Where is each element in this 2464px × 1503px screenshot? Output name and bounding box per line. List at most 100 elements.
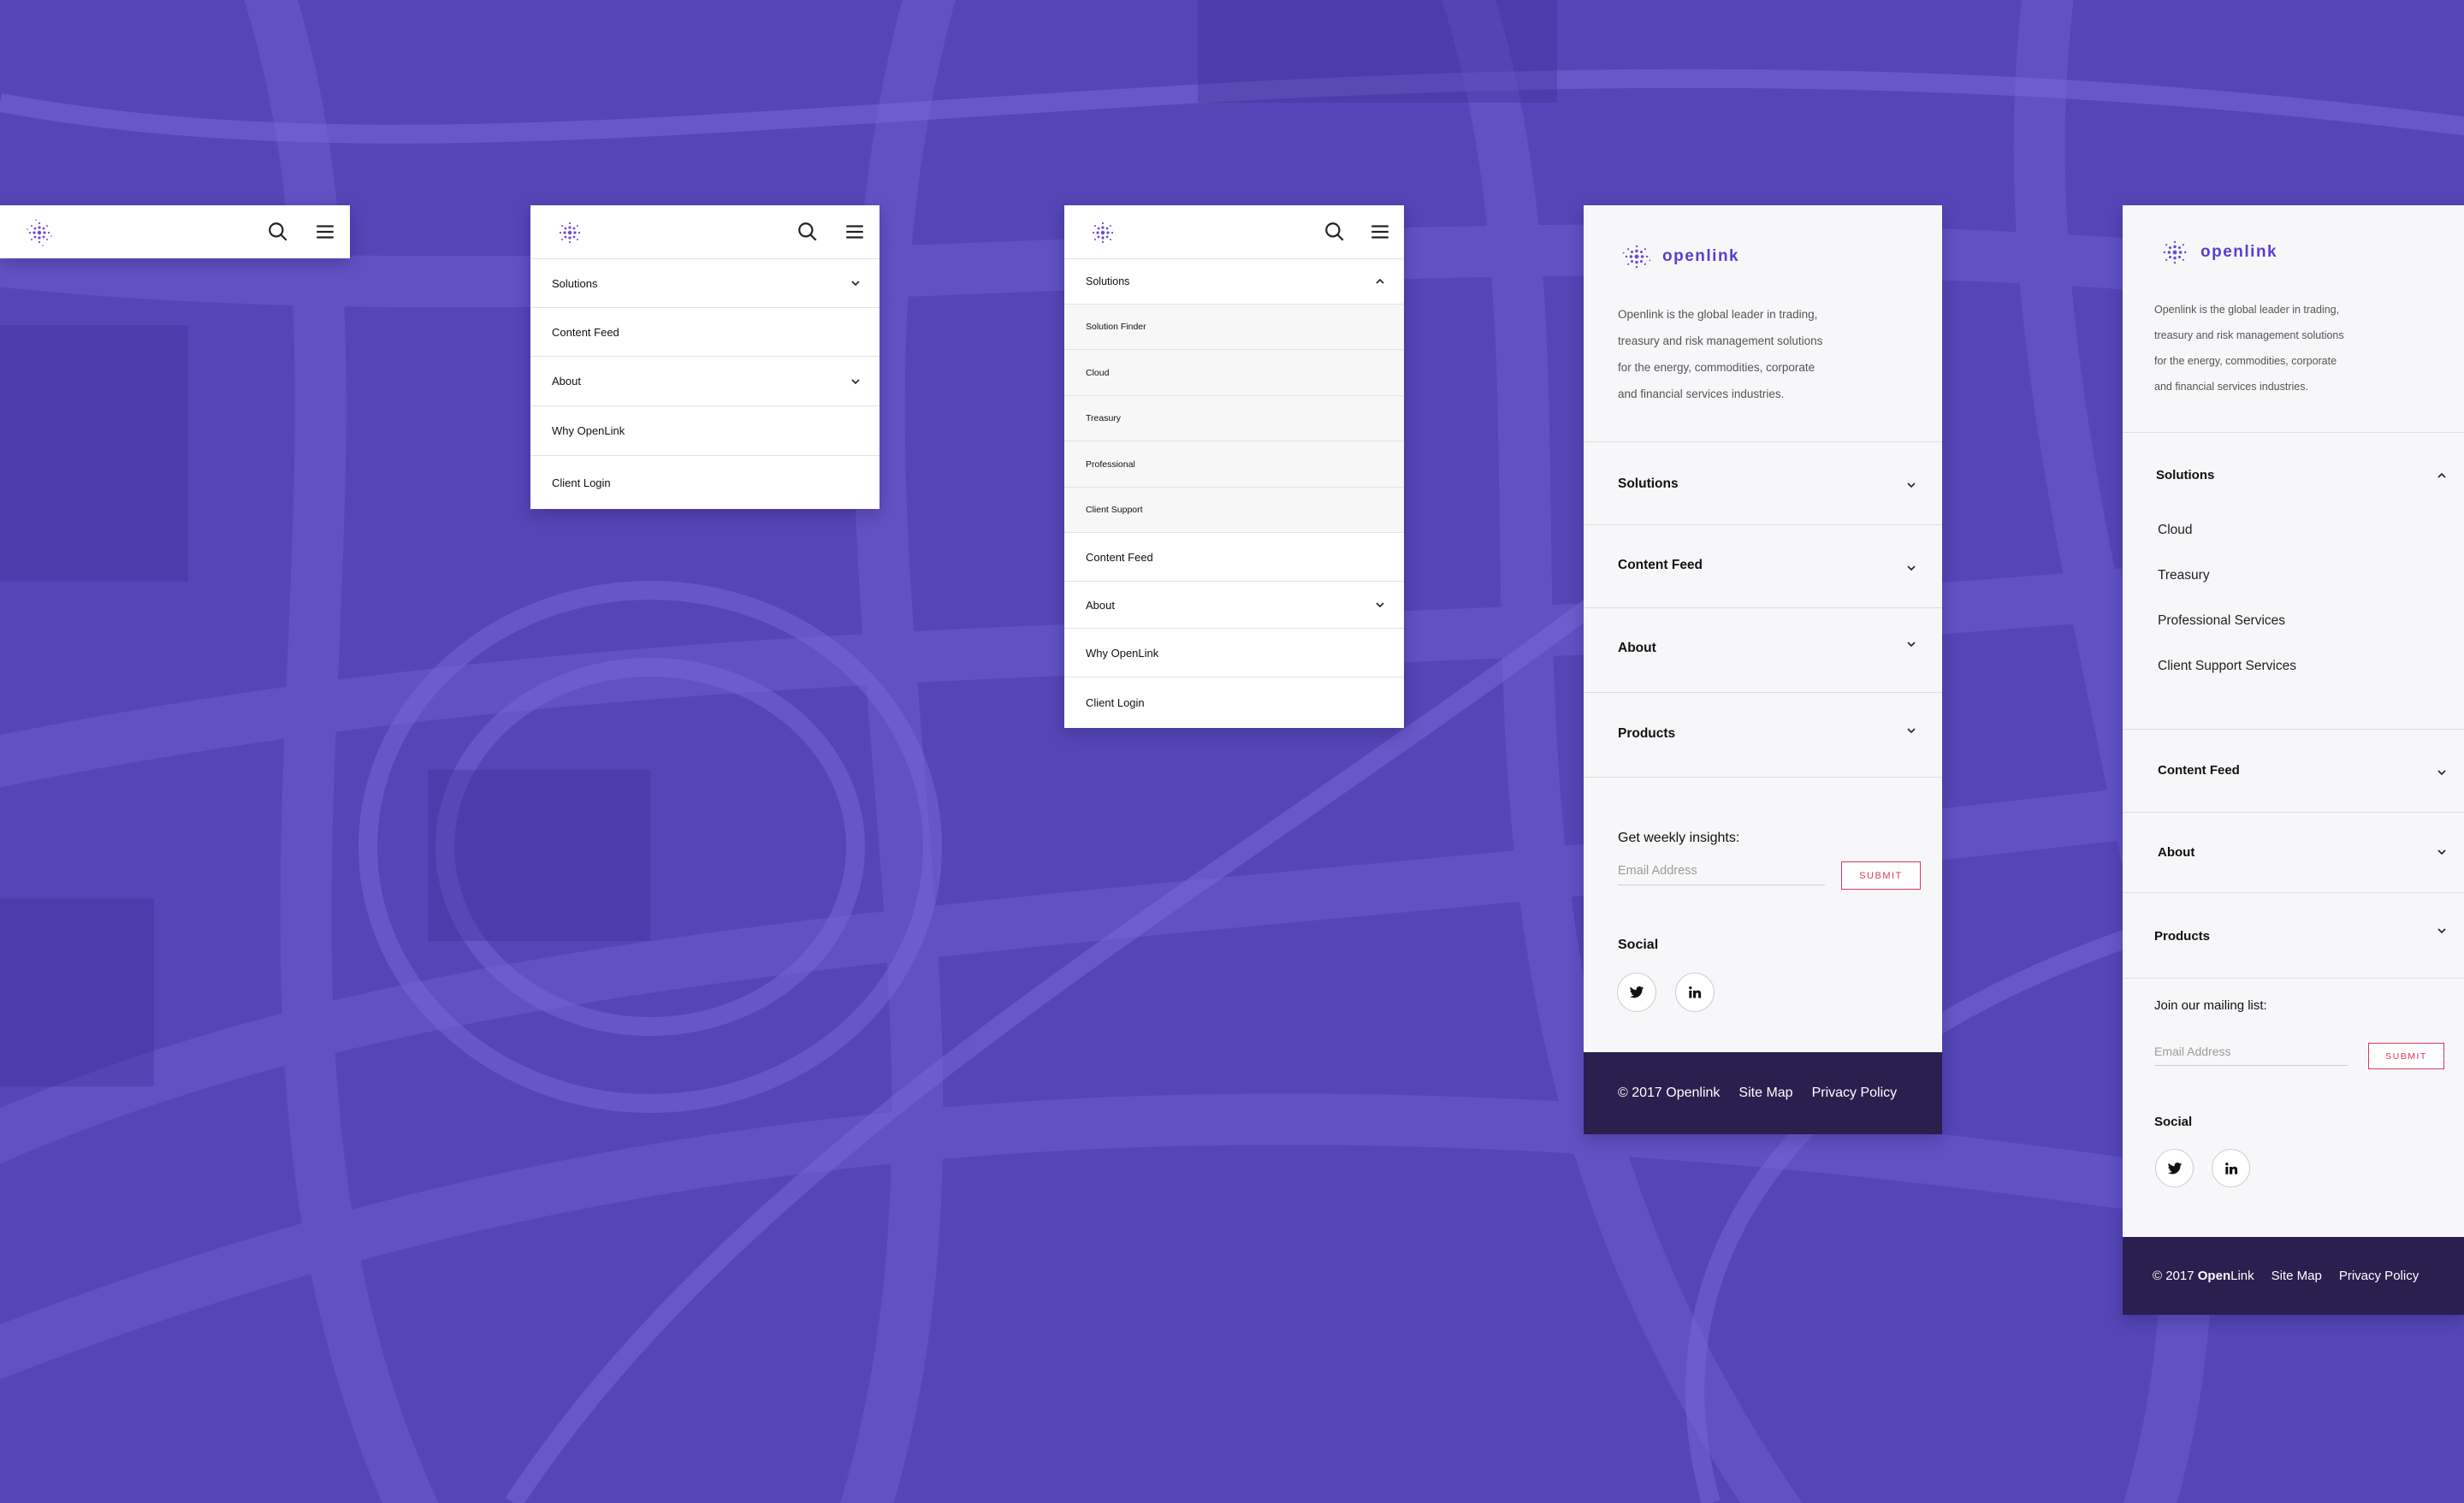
hamburger-icon[interactable]	[844, 221, 866, 243]
section-label: About	[2158, 845, 2195, 860]
submenu-item-treasury[interactable]: Treasury	[1064, 396, 1404, 441]
social-label: Social	[2154, 1115, 2193, 1129]
section-label: About	[1618, 641, 1656, 655]
submenu-item-treasury[interactable]: Treasury	[2158, 568, 2210, 583]
chevron-down-icon[interactable]	[1906, 480, 1916, 490]
mobile-menu-solutions-expanded: Solutions Solution Finder Cloud Treasury…	[1064, 205, 1404, 728]
intro-line: and financial services industries.	[2154, 381, 2308, 393]
twitter-icon	[2167, 1162, 2182, 1175]
chevron-down-icon[interactable]	[2437, 926, 2447, 936]
chevron-down-icon[interactable]	[1375, 600, 1385, 610]
menu-item-why-openlink[interactable]: Why OpenLink	[530, 406, 880, 456]
menu-item-label: Client Login	[1086, 696, 1145, 709]
menu-item-label: Solutions	[1086, 275, 1130, 287]
chevron-down-icon[interactable]	[850, 376, 861, 387]
chevron-down-icon[interactable]	[1906, 639, 1916, 649]
intro-line: for the energy, commodities, corporate	[1618, 361, 1815, 374]
openlink-logo-icon[interactable]	[1086, 216, 1120, 250]
section-solutions[interactable]: Solutions Cloud Treasury Professional Se…	[2123, 432, 2464, 730]
twitter-button[interactable]	[2155, 1149, 2194, 1187]
submit-button[interactable]: SUBMIT	[1841, 861, 1921, 890]
menu-item-client-login[interactable]: Client Login	[1064, 678, 1404, 728]
section-label: Products	[2154, 929, 2211, 944]
email-field[interactable]	[2154, 1044, 2348, 1066]
hamburger-icon[interactable]	[1369, 221, 1391, 243]
hamburger-icon[interactable]	[314, 221, 336, 243]
section-content-feed[interactable]: Content Feed	[2123, 729, 2464, 813]
intro-line: treasury and risk management solutions	[2154, 329, 2344, 341]
section-about[interactable]: About	[1584, 607, 1942, 693]
submenu-item-cloud[interactable]: Cloud	[1064, 350, 1404, 396]
menu-item-label: Why OpenLink	[1086, 646, 1159, 660]
submenu-item-professional[interactable]: Professional	[1064, 441, 1404, 488]
privacy-link[interactable]: Privacy Policy	[1812, 1086, 1898, 1101]
menu-item-client-login[interactable]: Client Login	[530, 456, 880, 509]
submenu-item-solution-finder[interactable]: Solution Finder	[1064, 305, 1404, 350]
menu-item-content-feed[interactable]: Content Feed	[530, 308, 880, 357]
social-label: Social	[1618, 938, 1659, 952]
section-products[interactable]: Products	[2123, 892, 2464, 979]
twitter-icon	[1629, 986, 1644, 998]
intro-line: and financial services industries.	[1618, 388, 1785, 400]
search-icon[interactable]	[267, 221, 289, 243]
section-label: Solutions	[2156, 468, 2215, 482]
brand-name: openlink	[2200, 243, 2278, 261]
section-content-feed[interactable]: Content Feed	[1584, 524, 1942, 608]
menu-item-label: Content Feed	[552, 325, 619, 339]
section-label: Content Feed	[2158, 763, 2240, 778]
openlink-logo-icon[interactable]	[22, 216, 56, 250]
section-about[interactable]: About	[2123, 812, 2464, 893]
submenu-item-label: Client Support	[1086, 505, 1143, 515]
intro-line: treasury and risk management solutions	[1618, 334, 1823, 347]
mobile-nav-full-expanded: openlink Openlink is the global leader i…	[2123, 205, 2464, 1315]
section-label: Solutions	[1618, 476, 1679, 491]
menu-item-solutions[interactable]: Solutions	[1064, 259, 1404, 305]
menu-item-label: About	[1086, 598, 1115, 612]
search-icon[interactable]	[1324, 221, 1346, 243]
linkedin-button[interactable]	[1675, 973, 1715, 1012]
menu-item-why-openlink[interactable]: Why OpenLink	[1064, 629, 1404, 678]
linkedin-button[interactable]	[2212, 1149, 2250, 1187]
brand-name: openlink	[1662, 247, 1740, 265]
submenu-item-cloud[interactable]: Cloud	[2158, 523, 2193, 538]
submenu-item-client-support-services[interactable]: Client Support Services	[2158, 659, 2296, 674]
openlink-logo-icon	[2163, 240, 2187, 264]
openlink-logo-icon	[1622, 245, 1651, 269]
chevron-up-icon[interactable]	[2437, 470, 2447, 481]
section-solutions[interactable]: Solutions	[1584, 441, 1942, 525]
sitemap-link[interactable]: Site Map	[2272, 1269, 2322, 1283]
copyright: © 2017 Openlink	[1618, 1086, 1721, 1100]
topbar	[530, 205, 880, 259]
brand-logo[interactable]: openlink	[1618, 238, 1739, 275]
chevron-down-icon[interactable]	[1906, 563, 1916, 573]
privacy-link[interactable]: Privacy Policy	[2339, 1269, 2419, 1283]
submit-button[interactable]: SUBMIT	[2368, 1043, 2444, 1069]
intro-line: for the energy, commodities, corporate	[2154, 355, 2337, 367]
topbar	[0, 205, 350, 258]
menu-item-solutions[interactable]: Solutions	[530, 259, 880, 308]
menu-item-about[interactable]: About	[1064, 582, 1404, 629]
intro-line: Openlink is the global leader in trading…	[1618, 308, 1818, 321]
section-label: Products	[1618, 726, 1676, 741]
brand-logo[interactable]: openlink	[2156, 234, 2277, 271]
section-label: Content Feed	[1618, 558, 1703, 572]
submenu-item-client-support[interactable]: Client Support	[1064, 488, 1404, 533]
email-field[interactable]	[1618, 864, 1825, 885]
chevron-down-icon[interactable]	[2437, 847, 2447, 857]
search-icon[interactable]	[797, 221, 819, 243]
menu-item-content-feed[interactable]: Content Feed	[1064, 533, 1404, 582]
sitemap-link[interactable]: Site Map	[1738, 1086, 1792, 1101]
menu-item-label: Content Feed	[1086, 550, 1153, 564]
submenu-item-professional-services[interactable]: Professional Services	[2158, 613, 2285, 629]
menu-item-about[interactable]: About	[530, 357, 880, 406]
mobile-header-collapsed	[0, 205, 350, 258]
chevron-down-icon[interactable]	[2437, 767, 2447, 778]
newsletter-label: Get weekly insights:	[1618, 831, 1740, 845]
twitter-button[interactable]	[1617, 973, 1656, 1012]
section-products[interactable]: Products	[1584, 692, 1942, 778]
menu-item-label: About	[552, 375, 581, 388]
chevron-down-icon[interactable]	[1906, 725, 1916, 736]
openlink-logo-icon[interactable]	[553, 216, 587, 250]
chevron-down-icon[interactable]	[850, 278, 861, 288]
chevron-up-icon[interactable]	[1375, 276, 1385, 287]
